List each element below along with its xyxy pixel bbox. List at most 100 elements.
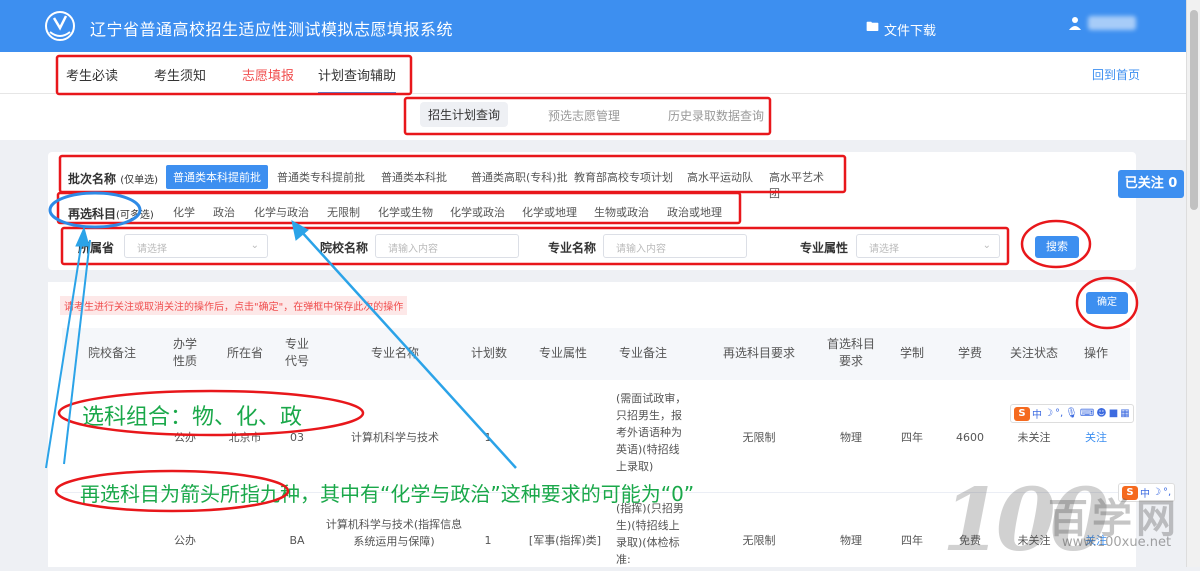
cell-major: 计算机科学与技术 <box>351 431 439 444</box>
subject-chip[interactable]: 化学或地理 <box>515 200 584 224</box>
batch-label: 批次名称 (仅单选) <box>68 172 159 186</box>
ime-mode: 中 <box>1032 410 1042 421</box>
logo-icon <box>45 11 75 41</box>
header-bar: 辽宁省普通高校招生适应性测试模拟志愿填报系统 🖿 文件下载 <box>0 0 1186 52</box>
subject-chip[interactable]: 化学 <box>166 200 202 224</box>
batch-chip[interactable]: 高水平运动队 <box>680 165 760 189</box>
column-header: 学费 <box>957 346 982 360</box>
keyboard-icon: ⌨ <box>1079 408 1095 419</box>
cell-reselect: 无限制 <box>742 431 776 444</box>
cell-note: (指挥)(只招男生)(特招线上录取)(体检标准: <box>616 502 684 566</box>
subject-chip-group: 化学 政治 化学与政治 无限制 化学或生物 化学或政治 化学或地理 生物或政治 … <box>166 200 736 224</box>
cell-attr: [军事(指挥)类] <box>528 534 602 547</box>
cell-plan: 1 <box>484 431 492 444</box>
tab-history-data[interactable]: 历史录取数据查询 <box>668 107 764 124</box>
grid-icon: ▦ <box>1120 408 1130 419</box>
attr-label: 专业属性 <box>800 241 849 255</box>
cell-fee: 4600 <box>956 431 984 444</box>
column-header: 首选科目要求 <box>826 337 875 368</box>
province-select[interactable]: 请选择 ⌄ <box>124 234 268 258</box>
nav-item-plan-query[interactable]: 计划查询辅助 <box>318 65 397 94</box>
cell-years: 四年 <box>901 534 923 547</box>
scroll-thumb[interactable] <box>1190 10 1198 210</box>
column-header: 专业属性 <box>538 346 587 360</box>
column-header: 院校备注 <box>87 346 136 360</box>
person-icon: ☻ <box>1096 408 1107 419</box>
cell-first-subject: 物理 <box>840 431 862 444</box>
tab-plan-query[interactable]: 招生计划查询 <box>420 102 509 127</box>
column-header: 办学性质 <box>172 337 197 368</box>
system-title: 辽宁省普通高校招生适应性测试模拟志愿填报系统 <box>90 20 454 39</box>
cell-plan: 1 <box>484 534 492 547</box>
column-header: 所在省 <box>226 346 263 360</box>
user-icon <box>1069 17 1081 30</box>
file-download-label: 文件下载 <box>884 23 937 39</box>
cell-code: BA <box>289 534 305 547</box>
cell-nature: 公办 <box>174 431 196 444</box>
school-input[interactable]: 请输入内容 <box>375 234 519 258</box>
watermark-url: www.100xue.net <box>1062 535 1172 550</box>
cell-nature: 公办 <box>174 534 196 547</box>
annotation-explain: 再选科目为箭头所指九种，其中有“化学与政治”这种要求的可能为“0” <box>80 482 695 506</box>
subject-chip[interactable]: 化学与政治 <box>247 200 316 224</box>
subject-chip[interactable]: 化学或生物 <box>371 200 440 224</box>
column-header: 专业备注 <box>618 346 667 360</box>
nav-item-fill-application[interactable]: 志愿填报 <box>242 65 294 84</box>
follow-link[interactable]: 关注 <box>1076 430 1116 446</box>
moon-icon: ☽ <box>1044 408 1053 419</box>
tab-preselect-manage[interactable]: 预选志愿管理 <box>548 107 620 124</box>
batch-chip[interactable]: 高水平艺术团 <box>762 165 836 205</box>
cell-note: (需面试政审，只招男生，报考外语语种为英语)(特招线上录取) <box>616 392 687 473</box>
chevron-down-icon: ⌄ <box>982 240 991 251</box>
user-name-blurred <box>1088 16 1136 30</box>
major-input[interactable]: 请输入内容 <box>603 234 747 258</box>
cell-years: 四年 <box>901 431 923 444</box>
column-header: 学制 <box>899 346 924 360</box>
batch-chip[interactable]: 普通类专科提前批 <box>270 165 372 189</box>
attr-select[interactable]: 请选择 ⌄ <box>856 234 1000 258</box>
column-header: 关注状态 <box>1009 346 1058 360</box>
ime-toolbar[interactable]: S 中 ☽ °, 🎙 ⌨ ☻ ■ ▦ <box>1010 404 1134 423</box>
annotation-combo: 选科组合：物、化、政 <box>82 405 303 430</box>
home-link[interactable]: 回到首页 <box>1092 66 1140 83</box>
column-header: 计划数 <box>470 346 507 360</box>
search-button[interactable]: 搜索 <box>1035 236 1079 258</box>
batch-chip[interactable]: 普通类本科批 <box>374 165 454 189</box>
operation-notice: 请考生进行关注或取消关注的操作后，点击"确定"，在弹框中保存此次的操作 <box>60 296 408 315</box>
major-label: 专业名称 <box>548 241 597 255</box>
sogou-icon: S <box>1014 406 1030 421</box>
file-download-link[interactable]: 🖿 文件下载 <box>866 18 936 40</box>
page-scrollbar[interactable] <box>1186 0 1200 567</box>
confirm-button[interactable]: 确定 <box>1086 292 1128 314</box>
subject-chip[interactable]: 政治或地理 <box>660 200 729 224</box>
punct-icon: °, <box>1054 408 1064 419</box>
nav-item-notice[interactable]: 考生须知 <box>154 65 206 84</box>
batch-chip[interactable]: 普通类高职(专科)批 <box>464 165 575 189</box>
batch-chip-group: 普通类本科提前批 普通类专科提前批 普通类本科批 普通类高职(专科)批 教育部高… <box>166 165 836 200</box>
subject-chip[interactable]: 化学或政治 <box>443 200 512 224</box>
cell-first-subject: 物理 <box>840 534 862 547</box>
subject-chip[interactable]: 无限制 <box>320 200 367 224</box>
shirt-icon: ■ <box>1108 408 1119 419</box>
user-menu[interactable] <box>1068 16 1136 30</box>
column-header: 操作 <box>1083 346 1108 360</box>
folder-icon: 🖿 <box>866 20 880 35</box>
nav-item-must-read[interactable]: 考生必读 <box>66 65 118 84</box>
subject-label: 再选科目(可多选) <box>68 207 154 221</box>
main-nav: 考生必读 考生须知 志愿填报 计划查询辅助 回到首页 <box>0 52 1186 94</box>
cell-status: 未关注 <box>1017 431 1051 444</box>
column-header: 再选科目要求 <box>722 346 795 360</box>
school-label: 院校名称 <box>320 241 369 255</box>
batch-chip[interactable]: 教育部高校专项计划 <box>567 165 680 189</box>
followed-count-badge[interactable]: 已关注 0 <box>1118 170 1184 198</box>
chevron-down-icon: ⌄ <box>250 240 259 251</box>
subject-chip[interactable]: 政治 <box>206 200 242 224</box>
cell-code: 03 <box>290 431 304 444</box>
mic-icon: 🎙 <box>1065 408 1078 419</box>
province-label: 所属省 <box>78 241 115 255</box>
batch-chip[interactable]: 普通类本科提前批 <box>166 165 268 189</box>
column-header: 专业代号 <box>284 337 309 368</box>
subject-chip[interactable]: 生物或政治 <box>587 200 656 224</box>
column-header: 专业名称 <box>370 346 419 360</box>
cell-major: 计算机科学与技术(指挥信息系统运用与保障) <box>325 518 463 548</box>
